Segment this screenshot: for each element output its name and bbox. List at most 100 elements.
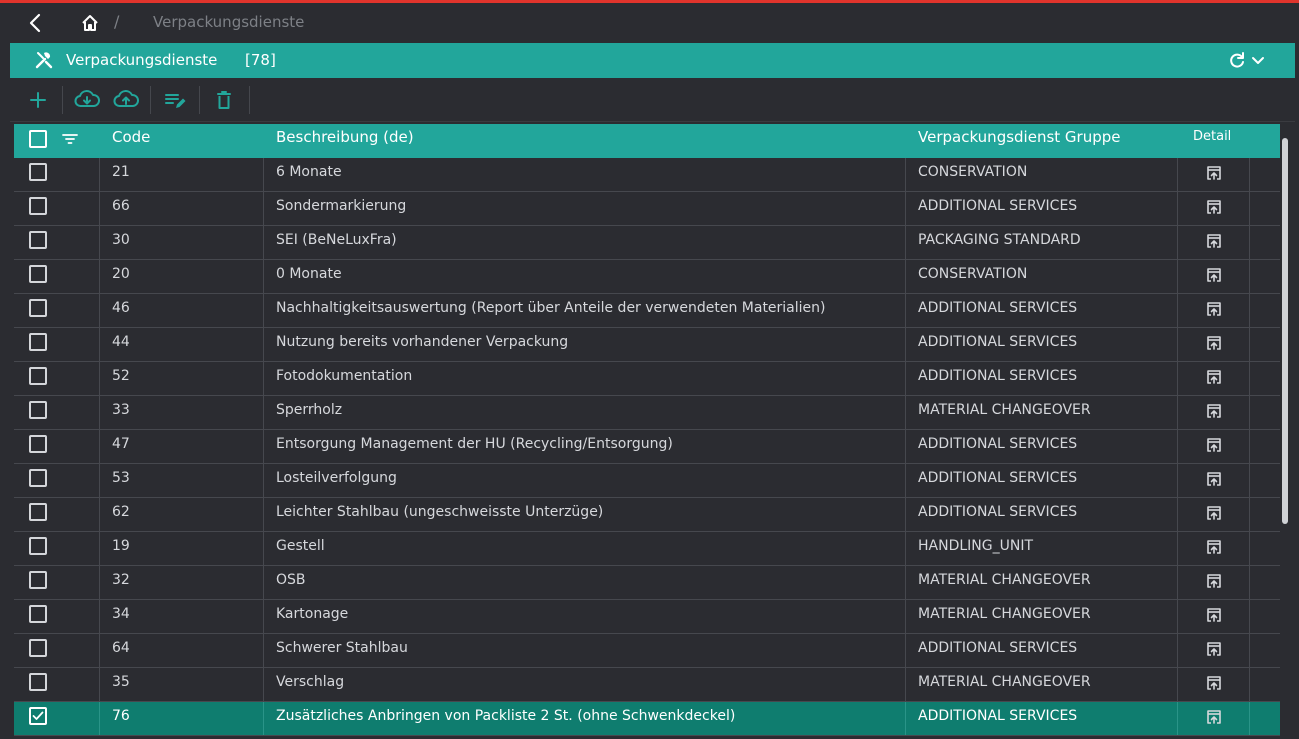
column-divider (99, 634, 100, 667)
table-row[interactable]: 52 Fotodokumentation ADDITIONAL SERVICES (14, 362, 1280, 396)
chevron-left-icon[interactable] (26, 12, 46, 34)
table-row[interactable]: 76 Zusätzliches Anbringen von Packliste 2… (14, 702, 1280, 736)
cell-code: 46 (112, 300, 130, 316)
cell-code: 47 (112, 436, 130, 452)
row-checkbox[interactable] (29, 333, 47, 351)
column-divider (1177, 192, 1178, 225)
toolbar-divider (199, 86, 200, 114)
row-checkbox[interactable] (29, 707, 47, 725)
row-checkbox[interactable] (29, 537, 47, 555)
cell-description: Zusätzliches Anbringen von Packliste 2 S… (276, 708, 736, 724)
chevron-down-icon[interactable] (1250, 53, 1266, 69)
cell-code: 52 (112, 368, 130, 384)
open-detail-icon[interactable] (1206, 165, 1222, 181)
row-checkbox[interactable] (29, 503, 47, 521)
cloud-download-icon[interactable] (74, 89, 100, 111)
open-detail-icon[interactable] (1206, 267, 1222, 283)
column-divider (1177, 328, 1178, 361)
cell-code: 35 (112, 674, 130, 690)
table-row[interactable]: 33 Sperrholz MATERIAL CHANGEOVER (14, 396, 1280, 430)
open-detail-icon[interactable] (1206, 641, 1222, 657)
open-detail-icon[interactable] (1206, 573, 1222, 589)
table-row[interactable]: 20 0 Monate CONSERVATION (14, 260, 1280, 294)
table-row[interactable]: 44 Nutzung bereits vorhandener Verpackung… (14, 328, 1280, 362)
open-detail-icon[interactable] (1206, 369, 1222, 385)
column-divider (1177, 396, 1178, 429)
column-divider (99, 396, 100, 429)
table-row[interactable]: 53 Losteilverfolgung ADDITIONAL SERVICES (14, 464, 1280, 498)
open-detail-icon[interactable] (1206, 675, 1222, 691)
refresh-icon[interactable] (1228, 52, 1246, 70)
open-detail-icon[interactable] (1206, 301, 1222, 317)
table-row[interactable]: 34 Kartonage MATERIAL CHANGEOVER (14, 600, 1280, 634)
row-checkbox[interactable] (29, 367, 47, 385)
row-checkbox[interactable] (29, 571, 47, 589)
column-divider (905, 668, 906, 701)
open-detail-icon[interactable] (1206, 709, 1222, 725)
column-divider (1249, 498, 1250, 531)
column-divider (1249, 328, 1250, 361)
row-checkbox[interactable] (29, 163, 47, 181)
column-divider (99, 600, 100, 633)
open-detail-icon[interactable] (1206, 233, 1222, 249)
column-divider (1177, 260, 1178, 293)
column-header-code[interactable]: Code (112, 128, 150, 146)
open-detail-icon[interactable] (1206, 437, 1222, 453)
table-row[interactable]: 47 Entsorgung Management der HU (Recyclin… (14, 430, 1280, 464)
row-checkbox[interactable] (29, 401, 47, 419)
open-detail-icon[interactable] (1206, 505, 1222, 521)
table-row[interactable]: 30 SEI (BeNeLuxFra) PACKAGING STANDARD (14, 226, 1280, 260)
vertical-scrollbar[interactable] (1281, 134, 1289, 739)
row-checkbox[interactable] (29, 299, 47, 317)
column-divider (263, 668, 264, 701)
column-header-group[interactable]: Verpackungsdienst Gruppe (918, 128, 1121, 146)
cloud-upload-icon[interactable] (113, 89, 139, 111)
open-detail-icon[interactable] (1206, 403, 1222, 419)
row-checkbox[interactable] (29, 639, 47, 657)
row-checkbox[interactable] (29, 673, 47, 691)
scrollbar-thumb[interactable] (1282, 138, 1288, 524)
table-row[interactable]: 19 Gestell HANDLING_UNIT (14, 532, 1280, 566)
delete-icon[interactable] (212, 89, 236, 111)
row-checkbox[interactable] (29, 265, 47, 283)
table-row[interactable]: 62 Leichter Stahlbau (ungeschweisste Unte… (14, 498, 1280, 532)
open-detail-icon[interactable] (1206, 607, 1222, 623)
table-row[interactable]: 64 Schwerer Stahlbau ADDITIONAL SERVICES (14, 634, 1280, 668)
column-divider (905, 464, 906, 497)
cell-description: Entsorgung Management der HU (Recycling/… (276, 436, 673, 452)
select-all-checkbox[interactable] (29, 130, 47, 148)
row-checkbox[interactable] (29, 605, 47, 623)
table-row[interactable]: 32 OSB MATERIAL CHANGEOVER (14, 566, 1280, 600)
open-detail-icon[interactable] (1206, 335, 1222, 351)
edit-list-icon[interactable] (163, 89, 187, 111)
column-header-description[interactable]: Beschreibung (de) (276, 128, 414, 146)
column-divider (905, 498, 906, 531)
row-checkbox[interactable] (29, 469, 47, 487)
table-row[interactable]: 66 Sondermarkierung ADDITIONAL SERVICES (14, 192, 1280, 226)
table-row[interactable]: 46 Nachhaltigkeitsauswertung (Report über… (14, 294, 1280, 328)
cell-description: SEI (BeNeLuxFra) (276, 232, 397, 248)
cell-description: 0 Monate (276, 266, 342, 282)
home-icon[interactable] (80, 13, 100, 33)
open-detail-icon[interactable] (1206, 199, 1222, 215)
cell-code: 34 (112, 606, 130, 622)
cell-group: HANDLING_UNIT (918, 538, 1034, 554)
column-divider (1249, 430, 1250, 463)
open-detail-icon[interactable] (1206, 539, 1222, 555)
row-checkbox[interactable] (29, 435, 47, 453)
column-divider (905, 226, 906, 259)
row-checkbox[interactable] (29, 231, 47, 249)
record-count: [78] (245, 51, 276, 69)
table-row[interactable]: 35 Verschlag MATERIAL CHANGEOVER (14, 668, 1280, 702)
add-icon[interactable] (26, 89, 50, 111)
column-divider (1249, 226, 1250, 259)
cell-code: 30 (112, 232, 130, 248)
row-checkbox[interactable] (29, 197, 47, 215)
column-divider (1177, 532, 1178, 565)
column-divider (905, 328, 906, 361)
table-row[interactable]: 21 6 Monate CONSERVATION (14, 158, 1280, 192)
column-divider (1177, 464, 1178, 497)
column-divider (263, 532, 264, 565)
filter-icon[interactable] (62, 131, 78, 147)
open-detail-icon[interactable] (1206, 471, 1222, 487)
